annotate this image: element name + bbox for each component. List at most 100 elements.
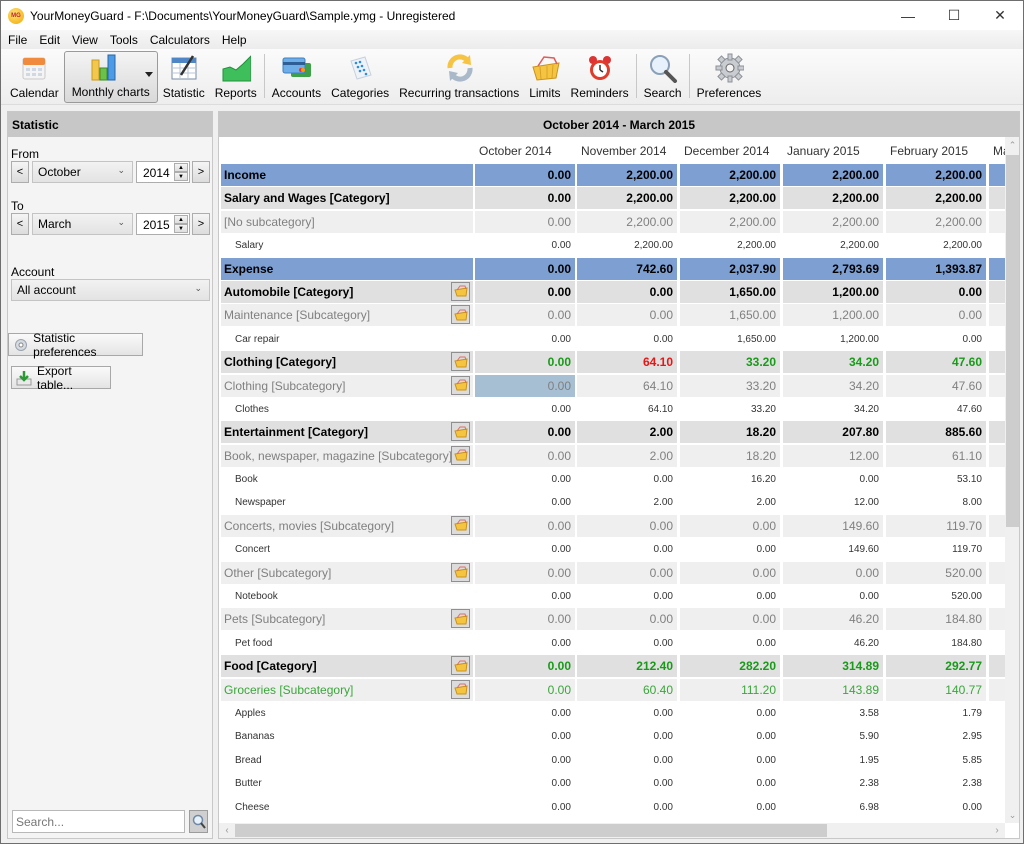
- value-cell[interactable]: 0.00: [475, 514, 575, 537]
- table-row[interactable]: Food [Category] 0.00 212.40 282.20 314.89 292…: [219, 655, 1005, 678]
- value-cell[interactable]: 0.00: [475, 749, 575, 771]
- value-cell[interactable]: 0.00: [475, 210, 575, 233]
- to-prev-button[interactable]: <: [11, 213, 29, 235]
- value-cell[interactable]: 2,200.00: [680, 210, 780, 233]
- statistic-button[interactable]: Statistic: [158, 51, 210, 103]
- value-cell[interactable]: 64.10: [577, 374, 677, 397]
- value-cell[interactable]: 0.00: [475, 468, 575, 490]
- value-cell[interactable]: 149.60: [783, 538, 883, 560]
- value-cell[interactable]: 0.00: [475, 304, 575, 327]
- value-cell-clipped[interactable]: [989, 725, 1005, 747]
- value-cell-clipped[interactable]: [989, 398, 1005, 420]
- table-row[interactable]: Concerts, movies [Subcategory] 0.00 0.00 0.…: [219, 514, 1005, 538]
- table-row[interactable]: Apples 0.00 0.00 0.00 3.58 1.79: [219, 702, 1005, 725]
- value-cell[interactable]: 0.00: [577, 772, 677, 794]
- value-cell[interactable]: 184.80: [886, 632, 986, 654]
- limit-basket-icon[interactable]: [451, 352, 470, 372]
- limit-basket-icon[interactable]: [451, 305, 470, 325]
- value-cell[interactable]: 1,650.00: [680, 280, 780, 303]
- value-cell[interactable]: 2.38: [783, 772, 883, 794]
- value-cell[interactable]: 314.89: [783, 655, 883, 678]
- value-cell[interactable]: 2,200.00: [577, 187, 677, 210]
- horizontal-scroll-thumb[interactable]: [235, 824, 827, 837]
- value-cell[interactable]: 520.00: [886, 561, 986, 584]
- value-cell-clipped[interactable]: [989, 491, 1005, 513]
- value-cell[interactable]: 33.20: [680, 374, 780, 397]
- value-cell[interactable]: 0.00: [475, 351, 575, 374]
- value-cell[interactable]: 0.00: [475, 187, 575, 210]
- table-row[interactable]: Book 0.00 0.00 16.20 0.00 53.10: [219, 468, 1005, 491]
- value-cell-clipped[interactable]: [989, 374, 1005, 397]
- to-next-button[interactable]: >: [192, 213, 210, 235]
- value-cell[interactable]: 34.20: [783, 398, 883, 420]
- table-row[interactable]: Entertainment [Category] 0.00 2.00 18.20 207…: [219, 421, 1005, 444]
- value-cell-clipped[interactable]: [989, 514, 1005, 537]
- value-cell[interactable]: 0.00: [475, 374, 575, 397]
- value-cell[interactable]: 1,393.87: [886, 257, 986, 280]
- table-row[interactable]: Bread 0.00 0.00 0.00 1.95 5.85: [219, 749, 1005, 772]
- to-month-select[interactable]: March ⌄: [32, 213, 133, 235]
- value-cell[interactable]: 2,200.00: [577, 234, 677, 256]
- value-cell[interactable]: 46.20: [783, 632, 883, 654]
- from-prev-button[interactable]: <: [11, 161, 29, 183]
- value-cell[interactable]: 47.60: [886, 351, 986, 374]
- value-cell[interactable]: 2.00: [577, 421, 677, 444]
- statistic-preferences-button[interactable]: Statistic preferences: [8, 331, 143, 359]
- to-year-spinner[interactable]: 2015 ▲ ▼: [136, 213, 190, 235]
- preferences-button[interactable]: Preferences: [692, 51, 767, 103]
- value-cell[interactable]: 18.20: [680, 444, 780, 467]
- value-cell[interactable]: 0.00: [577, 749, 677, 771]
- value-cell[interactable]: 0.00: [783, 561, 883, 584]
- value-cell[interactable]: 0.00: [680, 514, 780, 537]
- categories-button[interactable]: Categories: [326, 51, 394, 103]
- value-cell[interactable]: 2.00: [577, 491, 677, 513]
- account-select[interactable]: All account ⌄: [11, 279, 210, 301]
- value-cell[interactable]: 0.00: [680, 538, 780, 560]
- value-cell[interactable]: 2,200.00: [783, 234, 883, 256]
- value-cell[interactable]: 0.00: [475, 632, 575, 654]
- value-cell[interactable]: 0.00: [475, 164, 575, 186]
- table-row[interactable]: Pet food 0.00 0.00 0.00 46.20 184.80: [219, 632, 1005, 655]
- value-cell[interactable]: 46.20: [783, 608, 883, 631]
- value-cell[interactable]: 53.10: [886, 468, 986, 490]
- value-cell[interactable]: 0.00: [577, 280, 677, 303]
- menu-calculators[interactable]: Calculators: [143, 33, 215, 47]
- table-row[interactable]: Clothes 0.00 64.10 33.20 34.20 47.60: [219, 398, 1005, 421]
- value-cell[interactable]: 64.10: [577, 398, 677, 420]
- value-cell[interactable]: 2,200.00: [886, 210, 986, 233]
- column-header[interactable]: October 2014: [479, 144, 552, 158]
- value-cell[interactable]: 2.38: [886, 772, 986, 794]
- value-cell-clipped[interactable]: [989, 444, 1005, 467]
- value-cell[interactable]: 2,793.69: [783, 257, 883, 280]
- value-cell-clipped[interactable]: [989, 328, 1005, 350]
- value-cell-clipped[interactable]: [989, 749, 1005, 771]
- search-submit-button[interactable]: [189, 810, 208, 833]
- value-cell-clipped[interactable]: [989, 772, 1005, 794]
- column-header[interactable]: February 2015: [890, 144, 968, 158]
- value-cell[interactable]: 520.00: [886, 585, 986, 607]
- value-cell[interactable]: 2,200.00: [680, 164, 780, 186]
- search-button[interactable]: Search: [639, 51, 687, 103]
- value-cell[interactable]: 282.20: [680, 655, 780, 678]
- reminders-button[interactable]: Reminders: [566, 51, 634, 103]
- value-cell-clipped[interactable]: [989, 257, 1005, 280]
- table-row[interactable]: Butter 0.00 0.00 0.00 2.38 2.38: [219, 772, 1005, 795]
- value-cell-clipped[interactable]: [989, 655, 1005, 678]
- scroll-up-icon[interactable]: ⌃: [1005, 137, 1019, 153]
- value-cell[interactable]: 0.00: [577, 304, 677, 327]
- value-cell-clipped[interactable]: [989, 468, 1005, 490]
- value-cell-clipped[interactable]: [989, 421, 1005, 444]
- spin-up-icon[interactable]: ▲: [174, 215, 188, 224]
- limit-basket-icon[interactable]: [451, 562, 470, 582]
- limit-basket-icon[interactable]: [451, 609, 470, 629]
- value-cell[interactable]: 0.00: [475, 257, 575, 280]
- value-cell[interactable]: 2,200.00: [886, 187, 986, 210]
- value-cell[interactable]: 0.00: [475, 398, 575, 420]
- value-cell[interactable]: 0.00: [577, 796, 677, 818]
- calendar-button[interactable]: Calendar: [5, 51, 64, 103]
- value-cell[interactable]: 0.00: [475, 725, 575, 747]
- limit-basket-icon[interactable]: [451, 656, 470, 676]
- value-cell[interactable]: 0.00: [680, 585, 780, 607]
- table-row[interactable]: [No subcategory] 0.00 2,200.00 2,200.00 2,20…: [219, 210, 1005, 234]
- value-cell[interactable]: 0.00: [577, 608, 677, 631]
